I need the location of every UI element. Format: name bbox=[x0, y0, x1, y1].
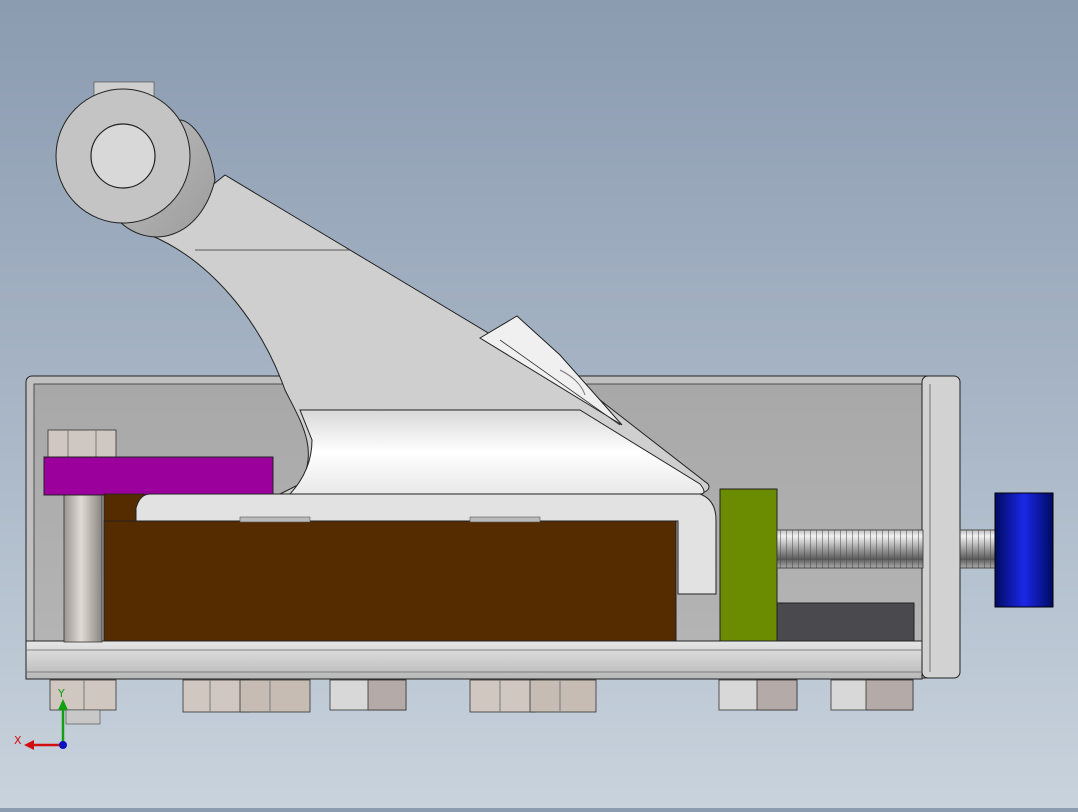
clamp-block bbox=[103, 520, 677, 642]
triad-y-label: Y bbox=[57, 687, 65, 700]
bottom-nut-6 bbox=[830, 679, 914, 711]
base-plate bbox=[25, 640, 923, 680]
triad-x-label: X bbox=[14, 734, 22, 747]
pivot-boss bbox=[55, 81, 216, 238]
bottom-nut-2 bbox=[182, 679, 311, 713]
cad-viewport[interactable]: Y X bbox=[0, 0, 1078, 808]
bottom-nut-3 bbox=[329, 679, 407, 711]
support-post bbox=[63, 493, 103, 643]
bottom-nut-4 bbox=[469, 679, 597, 713]
green-jaw-block bbox=[719, 488, 778, 642]
dark-pad bbox=[776, 602, 915, 642]
frame-end-plate bbox=[921, 375, 961, 679]
coordinate-triad: Y X bbox=[14, 687, 68, 750]
bottom-nut-5 bbox=[718, 679, 798, 711]
threaded-screw bbox=[776, 529, 924, 569]
purple-clamp-bar bbox=[43, 456, 274, 496]
hex-nut-top bbox=[47, 429, 117, 458]
cad-model-drawing: Y X bbox=[14, 81, 1054, 750]
pivot-hole bbox=[90, 123, 156, 189]
blue-knob[interactable] bbox=[994, 492, 1054, 608]
